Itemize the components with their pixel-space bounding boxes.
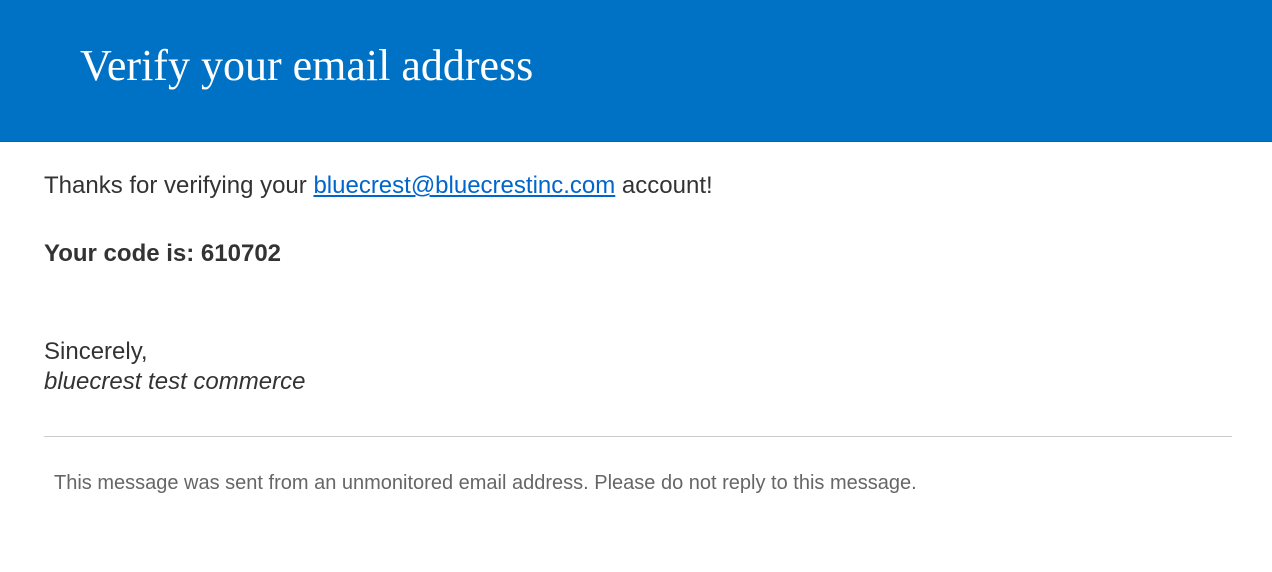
email-title: Verify your email address	[80, 40, 1272, 91]
signature-text: bluecrest test commerce	[44, 368, 1232, 396]
divider-line	[44, 436, 1232, 437]
thanks-prefix: Thanks for verifying your	[44, 172, 313, 199]
account-email-link[interactable]: bluecrest@bluecrestinc.com	[313, 172, 615, 199]
email-body: Thanks for verifying your bluecrest@blue…	[0, 142, 1272, 495]
verification-code-line: Your code is: 610702	[44, 240, 1232, 268]
footer-note: This message was sent from an unmonitore…	[44, 472, 1232, 495]
thanks-message: Thanks for verifying your bluecrest@blue…	[44, 172, 1232, 200]
thanks-suffix: account!	[615, 172, 712, 199]
code-value: 610702	[201, 240, 281, 267]
code-label: Your code is:	[44, 240, 201, 267]
sincerely-text: Sincerely,	[44, 338, 1232, 366]
email-header: Verify your email address	[0, 0, 1272, 142]
